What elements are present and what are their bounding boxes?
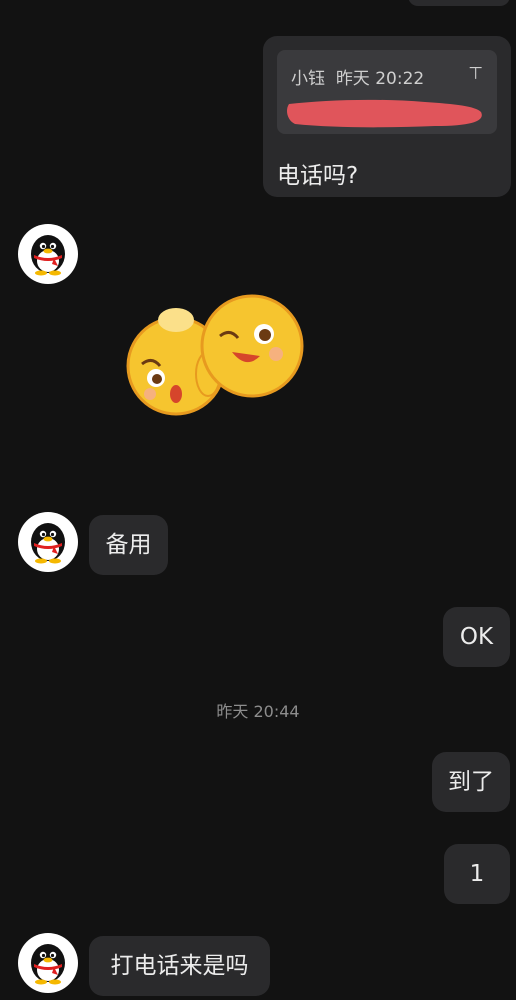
redaction-mark [287, 99, 482, 128]
quoted-message[interactable]: 小钰 昨天 20:22 ⊤ [277, 50, 497, 134]
contact-avatar[interactable] [18, 512, 78, 572]
penguin-avatar-icon [31, 235, 65, 276]
penguin-avatar-icon [31, 523, 65, 564]
previous-message-bubble[interactable] [408, 0, 510, 6]
time-divider: 昨天 20:44 [216, 702, 300, 721]
two-emoji-faces-sticker[interactable] [124, 286, 308, 422]
message-bubble-call-question[interactable]: 打电话来是吗 [89, 936, 270, 996]
message-bubble-backup[interactable]: 备用 [89, 515, 168, 575]
penguin-avatar-icon [31, 944, 65, 985]
reply-message-bubble[interactable]: 小钰 昨天 20:22 ⊤ 电话吗? [263, 36, 511, 197]
contact-avatar[interactable] [18, 224, 78, 284]
contact-avatar[interactable] [18, 933, 78, 993]
message-text: OK [459, 623, 494, 650]
message-bubble-one[interactable]: 1 [444, 844, 510, 904]
message-text: 打电话来是吗 [110, 952, 249, 979]
reply-text: 电话吗? [277, 163, 359, 189]
message-text: 备用 [105, 531, 152, 558]
message-bubble-arrived[interactable]: 到了 [432, 752, 510, 812]
message-bubble-ok[interactable]: OK [443, 607, 510, 667]
message-text: 1 [469, 860, 485, 887]
quoted-sender-time: 小钰 昨天 20:22 [291, 69, 425, 89]
pin-top-icon[interactable]: ⊤ [468, 64, 483, 84]
message-text: 到了 [448, 768, 494, 795]
